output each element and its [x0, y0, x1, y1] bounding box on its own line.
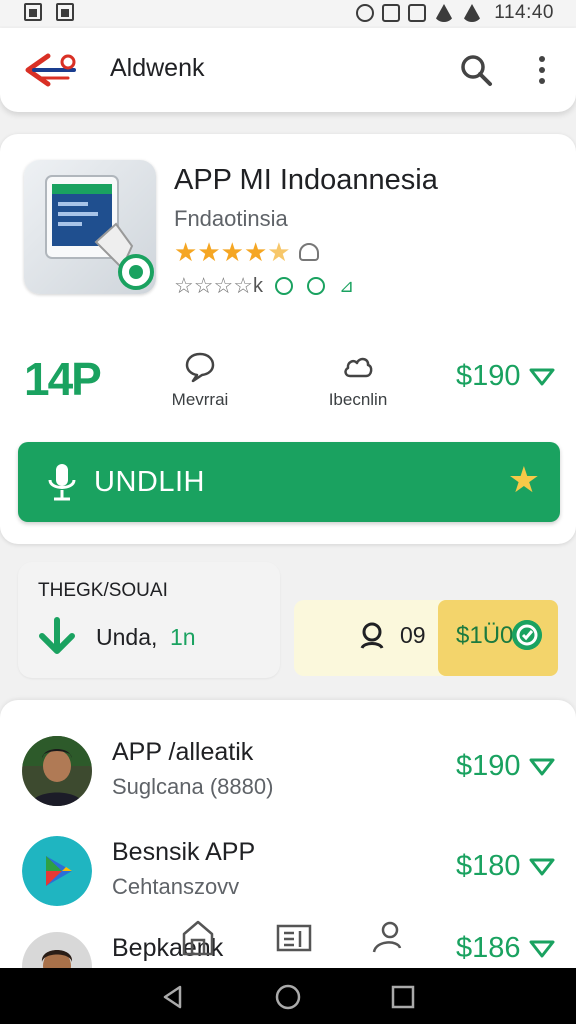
- recents-icon[interactable]: [390, 984, 416, 1010]
- app-title: Aldwenk: [110, 54, 205, 82]
- install-button[interactable]: UNDLIH ★: [18, 442, 560, 522]
- downloads-stat[interactable]: Ibecnlin: [308, 350, 408, 410]
- news-icon[interactable]: [274, 918, 314, 958]
- bottom-navigation: [0, 912, 576, 972]
- user-icon: [360, 622, 384, 649]
- list-item-title: APP /alleatik: [112, 738, 254, 766]
- empty-star-icon: ☆: [233, 273, 253, 298]
- search-icon[interactable]: [456, 50, 496, 90]
- star-icon: ★: [243, 237, 268, 267]
- empty-star-icon: ☆: [174, 273, 194, 298]
- downloads-label: Ibecnlin: [328, 390, 388, 409]
- list-item-price[interactable]: $180: [456, 850, 555, 883]
- status-bar: 114:40: [0, 0, 576, 26]
- play-store-avatar: [22, 836, 92, 906]
- info-heading: THEGK/SOUAI: [38, 580, 168, 601]
- list-item-subtitle: Cehtanszovv: [112, 874, 240, 899]
- empty-star-icon: ☆: [213, 273, 234, 298]
- price-value: $190: [456, 360, 521, 392]
- chevron-down-icon: [529, 368, 555, 385]
- compare-price-chip[interactable]: $1Ü0: [438, 600, 558, 676]
- avatar: [22, 736, 92, 806]
- star-icon: ★: [507, 459, 540, 500]
- compare-count: 09: [400, 622, 426, 648]
- microphone-icon: [48, 464, 76, 501]
- badge-icon: [274, 277, 293, 295]
- download-arrow-icon: [39, 617, 75, 654]
- reviews-label: Mevrrai: [171, 390, 229, 409]
- rating-value: 14P: [24, 353, 102, 405]
- price-value: $180: [456, 850, 521, 882]
- reviews-stat[interactable]: Mevrrai: [150, 350, 250, 410]
- info-text: Unda,: [96, 624, 158, 650]
- system-navigation-bar: [0, 968, 576, 1024]
- status-time: 114:40: [494, 2, 554, 23]
- vibrate-icon: [382, 4, 400, 22]
- gallery-notification-icon: [56, 3, 74, 21]
- wifi-icon: [434, 4, 454, 22]
- empty-star-icon: ☆: [193, 273, 214, 298]
- profile-icon[interactable]: [368, 918, 408, 958]
- rating-stars: ★ ★ ★ ★ ★: [174, 236, 319, 268]
- home-button-icon[interactable]: [275, 984, 301, 1010]
- list-item-title: Besnsik APP: [112, 838, 256, 866]
- chevron-down-icon: [529, 858, 555, 875]
- status-icons: [356, 2, 482, 24]
- star-icon: ★: [174, 237, 198, 267]
- list-item[interactable]: Besnsik APP Cehtanszovv $180: [0, 826, 576, 926]
- chat-bubble-icon: [185, 352, 215, 383]
- app-name: APP MI Indoannesia: [174, 164, 438, 196]
- half-star-icon: ★: [267, 237, 291, 267]
- check-circle-icon: [512, 620, 542, 650]
- compare-price: $1Ü0: [456, 622, 514, 649]
- info-card[interactable]: THEGK/SOUAI Unda, 1n: [18, 562, 280, 678]
- list-item[interactable]: APP /alleatik Suglcana (8880) $190: [0, 726, 576, 826]
- rating-extra: k: [252, 274, 263, 297]
- mascot-icon: [298, 243, 319, 261]
- alarm-icon: [356, 4, 374, 22]
- app-detail-card: APP MI Indoannesia Fndaotinsia ★ ★ ★ ★ ★…: [0, 134, 576, 544]
- cloud-icon: [344, 357, 373, 378]
- back-icon[interactable]: [160, 984, 186, 1010]
- list-item-subtitle: Suglcana (8880): [112, 774, 274, 799]
- star-icon: ★: [197, 237, 221, 267]
- app-thumbnail[interactable]: [24, 160, 156, 294]
- lambda-icon: ⊿: [338, 275, 355, 296]
- app-logo-icon[interactable]: [24, 48, 80, 92]
- image-notification-icon: [24, 3, 42, 21]
- check-circle-icon: [306, 277, 325, 295]
- app-developer[interactable]: Fndaotinsia: [174, 206, 288, 232]
- price-stat[interactable]: $190: [456, 360, 555, 393]
- signal-icon: [462, 4, 482, 22]
- app-bar: Aldwenk: [0, 28, 576, 112]
- home-icon[interactable]: [178, 918, 218, 958]
- info-sub: 1n: [170, 624, 196, 650]
- compare-card[interactable]: 09 $1Ü0: [294, 600, 558, 676]
- install-label: UNDLIH: [94, 466, 205, 498]
- list-item-price[interactable]: $190: [456, 750, 555, 783]
- secondary-rating-row: ☆ ☆ ☆ ☆ k ⊿: [174, 272, 354, 300]
- price-value: $190: [456, 750, 521, 782]
- star-icon: ★: [220, 237, 244, 267]
- more-vert-icon[interactable]: [530, 50, 554, 90]
- chevron-down-icon: [529, 758, 555, 775]
- data-icon: [408, 4, 426, 22]
